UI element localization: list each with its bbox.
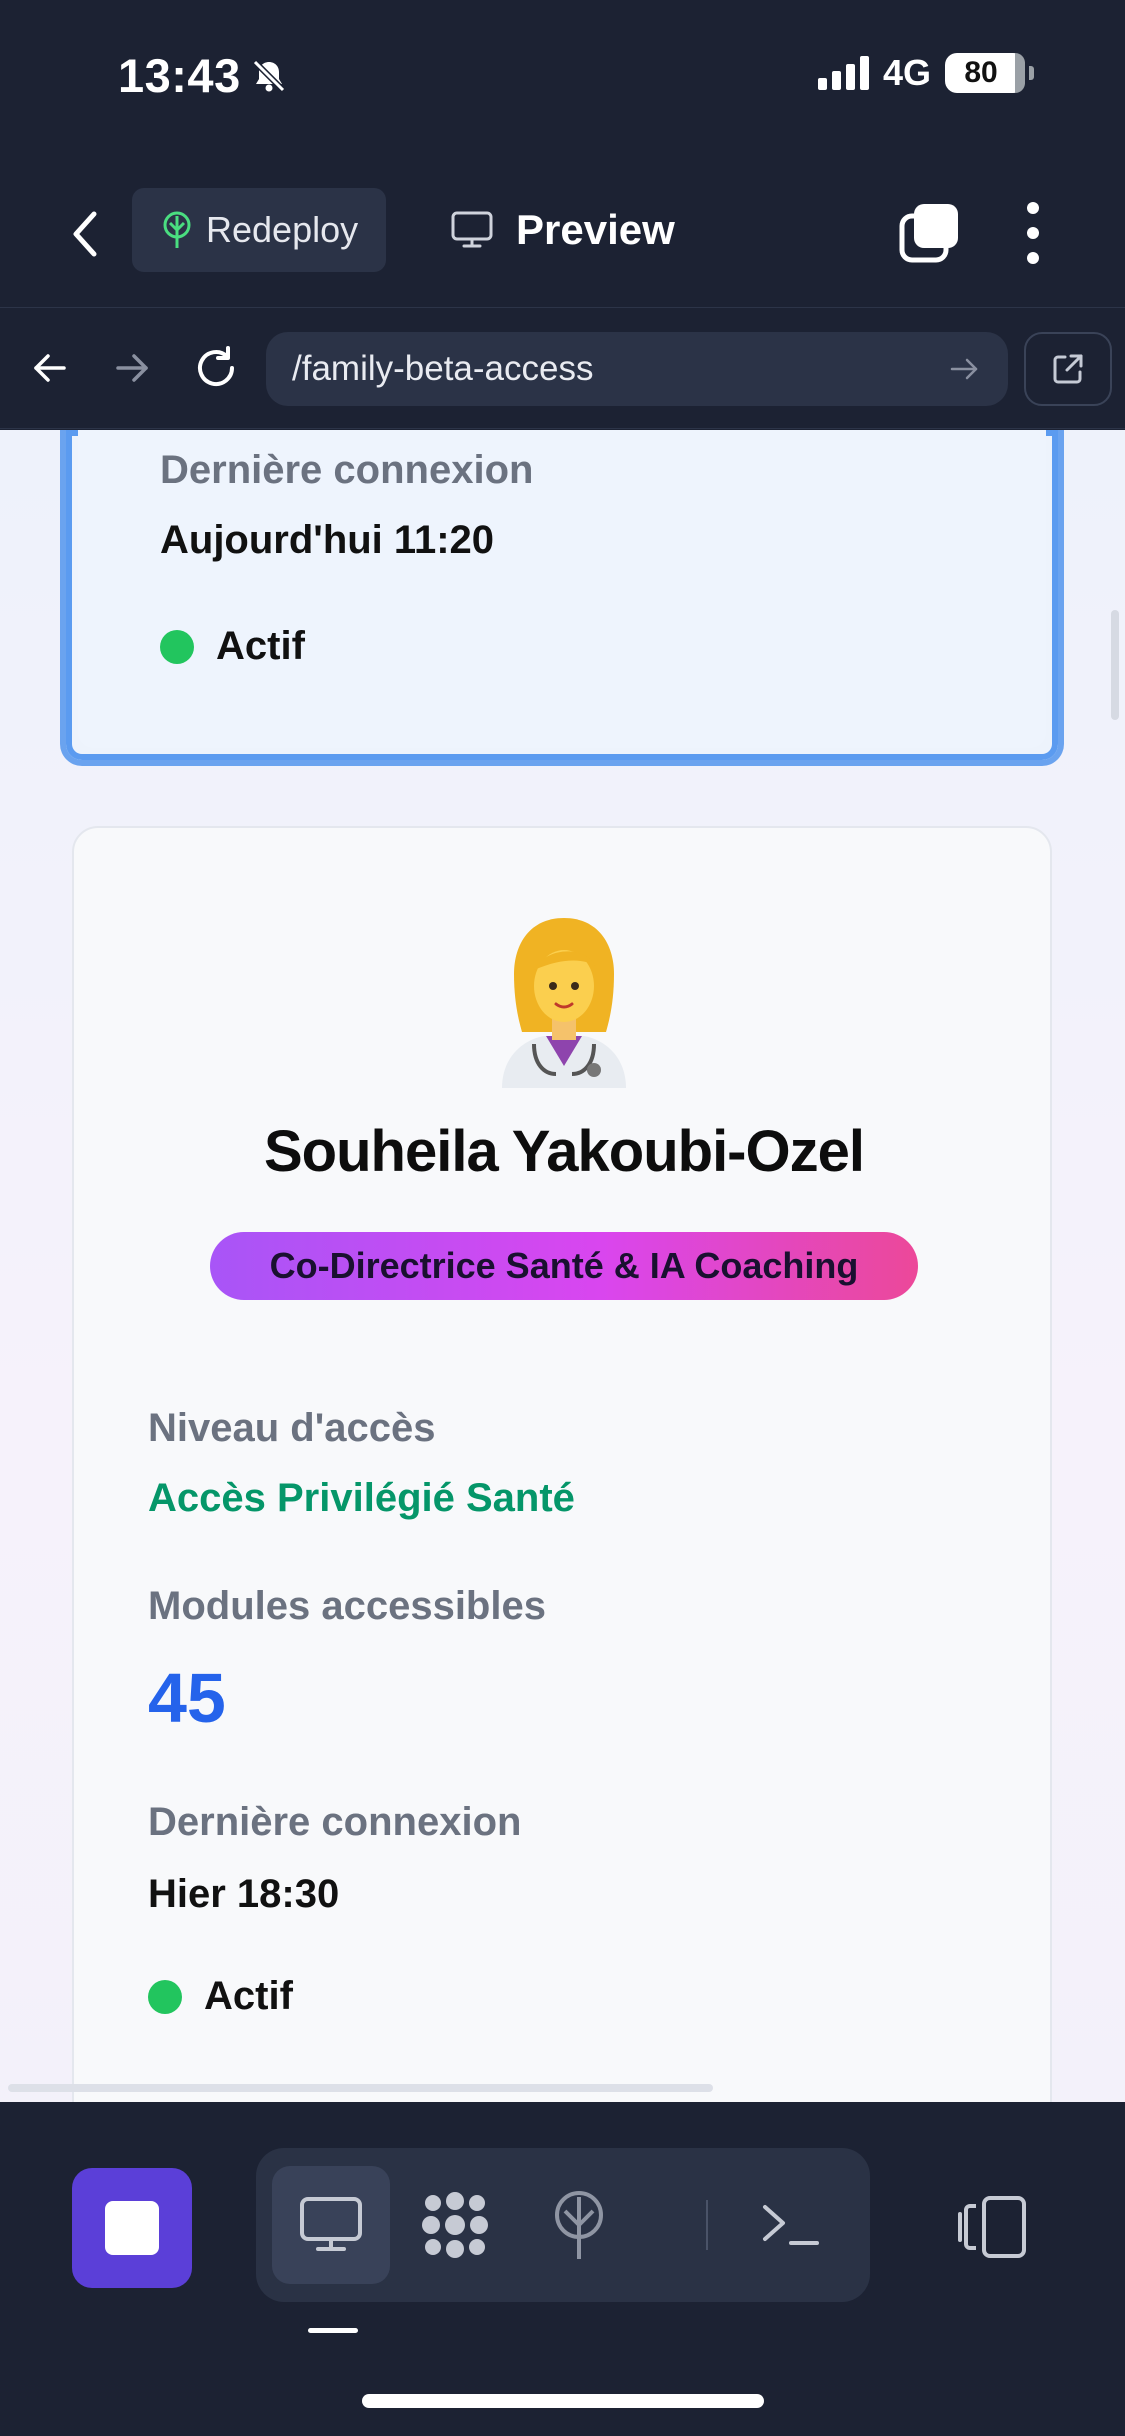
app-toolbar: Redeploy Preview [0,180,1125,300]
last-login-label: Dernière connexion [148,1800,522,1844]
status-row: Actif [160,624,305,669]
clock: 13:43 [118,48,289,103]
role-text: Co-Directrice Santé & IA Coaching [269,1245,859,1286]
stop-icon [105,2201,159,2255]
member-card-selected[interactable]: Dernière connexion Aujourd'hui 11:20 Act… [60,430,1064,766]
more-options-icon[interactable] [1018,202,1048,264]
grid-icon [422,2192,488,2258]
url-input[interactable]: /family-beta-access [266,332,1008,406]
back-chevron-icon[interactable] [62,206,112,262]
tool-divider [706,2200,708,2250]
status-bar: 13:43 4G 80 [0,0,1125,150]
device-icon[interactable] [958,2196,1028,2258]
preview-button[interactable]: Preview [450,194,675,266]
bottom-toolbar [0,2102,1125,2436]
desktop-icon [300,2197,362,2251]
status-dot [160,629,194,664]
last-login-value: Aujourd'hui 11:20 [160,518,495,562]
page-content: Dernière connexion Aujourd'hui 11:20 Act… [0,430,1125,2102]
workspace-tool-button[interactable] [396,2166,514,2284]
modules-label: Modules accessibles [148,1584,546,1628]
external-link-icon [1053,354,1083,384]
status-dot [148,1979,182,2014]
arrow-right-icon[interactable] [112,348,152,388]
url-text: /family-beta-access [292,349,594,388]
vertical-scrollbar[interactable] [1111,610,1119,720]
deploy-icon [555,2191,603,2259]
access-level-label: Niveau d'accès [148,1406,436,1450]
terminal-icon [763,2205,819,2245]
access-level-value: Accès Privilégié Santé [148,1476,575,1520]
network-type: 4G [882,52,931,93]
status-indicators: 4G 80 [817,52,1034,94]
battery-level: 80 [964,56,998,89]
clock-text: 13:43 [118,49,241,102]
monitor-icon [451,211,493,248]
tabs-icon[interactable] [898,202,960,264]
last-login-label: Dernière connexion [160,448,534,492]
member-name: Souheila Yakoubi-Ozel [264,1119,865,1184]
preview-label: Preview [516,206,675,253]
terminal-tool-button[interactable] [732,2166,850,2284]
modules-count: 45 [148,1659,226,1737]
member-card-selected-body: Dernière connexion Aujourd'hui 11:20 Act… [78,430,1046,748]
screen: 13:43 4G 80 Redeploy Preview /family-bet… [0,0,1125,2436]
deploy-tree-icon [163,211,191,248]
last-login-value: Hier 18:30 [148,1872,340,1916]
active-tool-indicator [308,2328,358,2333]
go-arrow-icon[interactable] [948,352,982,386]
url-bar: /family-beta-access [0,307,1125,429]
deploy-tool-button[interactable] [520,2166,638,2284]
battery-icon: 80 [945,53,1034,93]
status-row: Actif [148,1974,293,2019]
reload-icon[interactable] [192,344,240,392]
status-text: Actif [216,624,305,668]
redeploy-label: Redeploy [206,209,359,250]
tool-switcher [256,2148,870,2302]
status-text: Actif [204,1974,293,2018]
home-indicator[interactable] [362,2394,764,2408]
horizontal-scrollbar[interactable] [8,2084,713,2092]
open-external-button[interactable] [1024,332,1112,406]
redeploy-button[interactable]: Redeploy [132,188,386,272]
desktop-tool-button[interactable] [272,2166,390,2284]
stop-button[interactable] [72,2168,192,2288]
bell-muted-icon [252,59,285,92]
member-card[interactable]: Souheila Yakoubi-Ozel Co-Directrice Sant… [72,826,1052,2102]
signal-icon [817,56,869,90]
arrow-left-icon[interactable] [30,348,70,388]
role-badge: Co-Directrice Santé & IA Coaching [210,1232,918,1300]
doctor-avatar-icon [502,918,626,1088]
